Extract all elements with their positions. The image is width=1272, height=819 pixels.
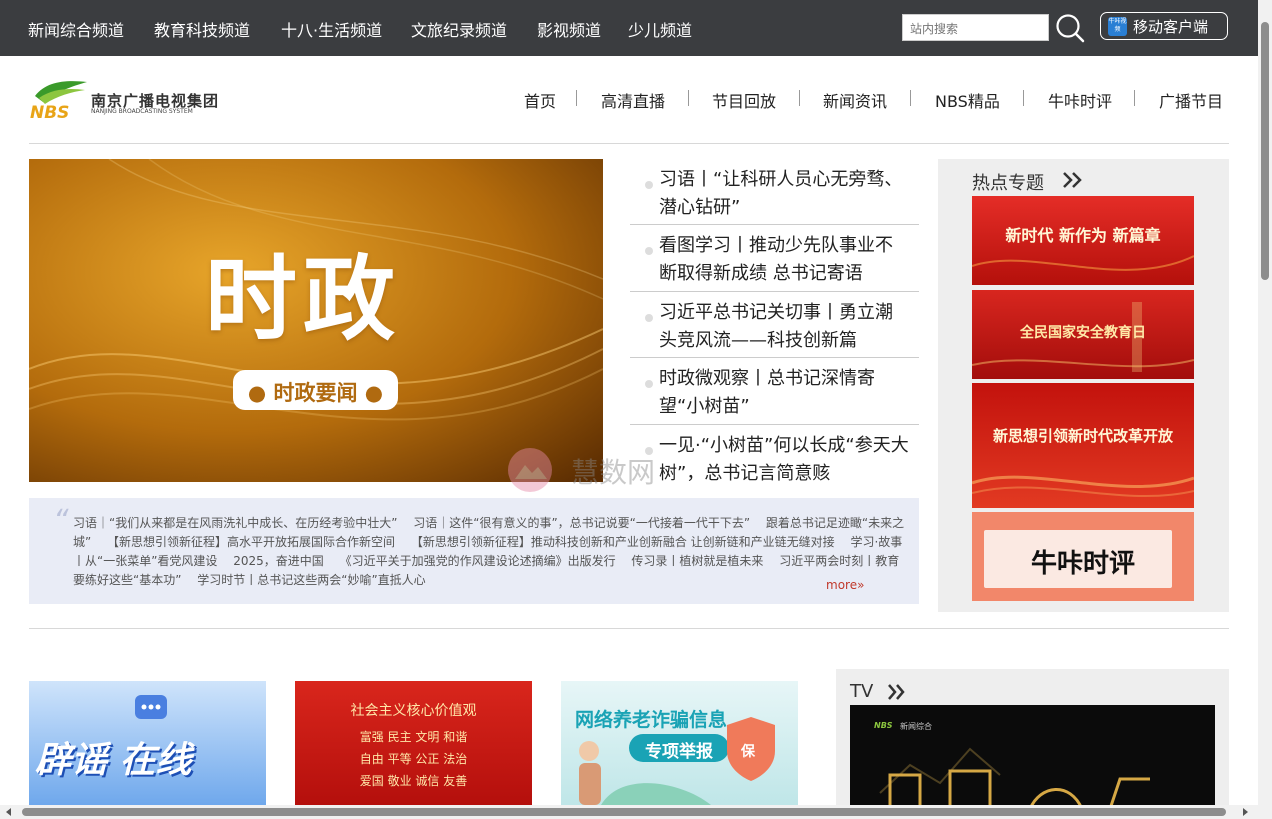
nav-commentary[interactable]: 牛咔时评 (1048, 88, 1112, 112)
search-icon[interactable] (1055, 13, 1085, 43)
news-divider (630, 291, 919, 292)
tv-panel: TV NBS 新闻综合 (836, 669, 1229, 809)
core-values-line: 富强 民主 文明 和谐 (359, 730, 468, 744)
news-headline[interactable]: 习近平总书记关切事丨勇立潮头竞风流——科技创新篇 (659, 299, 909, 355)
nav-divider (910, 90, 911, 106)
rumor-debunk-card[interactable]: 辟谣 在线 (29, 681, 266, 805)
more-link[interactable]: more» (826, 578, 864, 592)
news-headline[interactable]: 时政微观察丨总书记深情寄望“小树苗” (659, 365, 909, 421)
banner-tag-label: ● 时政要闻 ● (247, 381, 384, 405)
bullet-icon (645, 247, 653, 255)
hot-topic-card[interactable]: 牛咔时评 (972, 512, 1194, 601)
horizontal-scrollbar[interactable] (0, 805, 1258, 819)
scroll-left-icon[interactable] (4, 807, 14, 817)
channel-culture-doc[interactable]: 文旅纪录频道 (411, 17, 507, 41)
news-divider (630, 424, 919, 425)
nav-radio[interactable]: 广播节目 (1159, 88, 1223, 112)
core-values-line: 自由 平等 公正 法治 (359, 752, 468, 766)
section-divider (29, 628, 1229, 629)
quote-icon: “ (53, 504, 69, 539)
mobile-app-icon: 牛咔视频 (1108, 17, 1127, 36)
hot-topic-label: 新时代 新作为 新篇章 (1005, 226, 1161, 245)
tv-logo: NBS (874, 721, 893, 730)
nav-hd-live[interactable]: 高清直播 (601, 88, 665, 112)
mobile-client-label: 移动客户端 (1133, 18, 1209, 36)
ticker-text[interactable]: 习语｜“我们从来都是在风雨洗礼中成长、在历经考验中壮大” 习语｜这件“很有意义的… (73, 514, 909, 590)
news-item[interactable]: 看图学习丨推动少先队事业不断取得新成绩 总书记寄语 (630, 227, 919, 289)
nav-nbs-featured[interactable]: NBS精品 (935, 88, 1000, 112)
channel-bar: 新闻综合频道 教育科技频道 十八·生活频道 文旅纪录频道 影视频道 少儿频道 牛… (0, 0, 1258, 56)
nav-home[interactable]: 首页 (524, 88, 556, 112)
hot-topic-label: 全民国家安全教育日 (1020, 325, 1146, 341)
bullet-icon (645, 380, 653, 388)
bullet-icon (645, 181, 653, 189)
news-divider (630, 224, 919, 225)
news-item[interactable]: 一见·“小树苗”何以长成“参天大树”，总书记言简意赅 (630, 427, 919, 489)
nav-divider (1134, 90, 1135, 106)
news-item[interactable]: 时政微观察丨总书记深情寄望“小树苗” (630, 360, 919, 422)
tv-video-player[interactable]: NBS 新闻综合 (850, 705, 1215, 809)
news-item[interactable]: 习语丨“让科研人员心无旁骛、潜心钻研” (630, 161, 919, 223)
nav-replay[interactable]: 节目回放 (712, 88, 776, 112)
hot-topic-card[interactable]: 新思想引领新时代改革开放 (972, 383, 1194, 508)
logo-mark: NBS (30, 103, 69, 120)
channel-news[interactable]: 新闻综合频道 (28, 17, 124, 41)
double-chevron-right-icon[interactable] (1062, 171, 1084, 189)
horizontal-scroll-thumb[interactable] (22, 808, 1226, 816)
tv-channel-name: 新闻综合 (900, 722, 932, 731)
elder-fraud-badge: 保 (741, 744, 755, 760)
core-values-line: 爱国 敬业 诚信 友善 (359, 774, 468, 788)
banner-tag: ● 时政要闻 ● (233, 370, 398, 410)
nbs-logo[interactable]: NBS 南京广播电视集团 NANJING BROADCASTING SYSTEM (29, 78, 229, 120)
nav-divider (1023, 90, 1024, 106)
news-headline[interactable]: 习语丨“让科研人员心无旁骛、潜心钻研” (659, 166, 909, 222)
bullet-icon (645, 314, 653, 322)
tv-title[interactable]: TV (850, 681, 873, 702)
core-values-card[interactable]: 社会主义核心价值观 富强 民主 文明 和谐 自由 平等 公正 法治 爱国 敬业 … (295, 681, 532, 805)
channel-life[interactable]: 十八·生活频道 (281, 17, 382, 41)
hot-topics-title[interactable]: 热点专题 (972, 169, 1044, 195)
search-input[interactable] (908, 16, 1050, 41)
site-search (902, 14, 1050, 41)
scroll-right-icon[interactable] (1240, 807, 1250, 817)
channel-education-tech[interactable]: 教育科技频道 (154, 17, 250, 41)
bullet-icon (645, 447, 653, 455)
channel-film-tv[interactable]: 影视频道 (537, 17, 601, 41)
double-chevron-right-icon[interactable] (887, 684, 907, 700)
nav-news[interactable]: 新闻资讯 (823, 88, 887, 112)
nbs-leaf-logo: NBS (30, 81, 87, 120)
headline-ticker: “ 习语｜“我们从来都是在风雨洗礼中成长、在历经考验中壮大” 习语｜这件“很有意… (29, 498, 919, 604)
politics-banner[interactable]: 时政 ● 时政要闻 ● (29, 159, 603, 482)
hot-topic-label: 牛咔时评 (1030, 549, 1135, 579)
shield-icon (579, 717, 775, 805)
vertical-scroll-thumb[interactable] (1261, 22, 1269, 280)
hot-topic-label: 新思想引领新时代改革开放 (992, 427, 1173, 445)
elder-fraud-report-card[interactable]: 网络养老诈骗信息 专项举报 保 (561, 681, 798, 805)
logo-name-en: NANJING BROADCASTING SYSTEM (91, 108, 193, 115)
hot-topics-panel: 热点专题 新时代 新作为 新篇章 全民国家安全教育日 新思想引领新时代改革开放 … (938, 159, 1229, 612)
news-headline[interactable]: 一见·“小树苗”何以长成“参天大树”，总书记言简意赅 (659, 432, 909, 488)
nav-divider (688, 90, 689, 106)
core-values-title: 社会主义核心价值观 (350, 703, 477, 719)
hot-topic-card[interactable]: 全民国家安全教育日 (972, 290, 1194, 379)
header-divider (29, 143, 1229, 144)
vertical-scrollbar[interactable] (1258, 0, 1272, 819)
channel-kids[interactable]: 少儿频道 (628, 17, 692, 41)
news-divider (630, 357, 919, 358)
news-item[interactable]: 习近平总书记关切事丨勇立潮头竞风流——科技创新篇 (630, 294, 919, 356)
nav-divider (576, 90, 577, 106)
hot-topic-card[interactable]: 新时代 新作为 新篇章 (972, 196, 1194, 285)
banner-title: 时政 (205, 246, 402, 353)
nav-divider (799, 90, 800, 106)
rumor-debunk-title: 辟谣 在线 (35, 740, 192, 781)
mobile-client-button[interactable]: 牛咔视频 移动客户端 (1100, 12, 1228, 40)
news-headline[interactable]: 看图学习丨推动少先队事业不断取得新成绩 总书记寄语 (659, 232, 909, 288)
